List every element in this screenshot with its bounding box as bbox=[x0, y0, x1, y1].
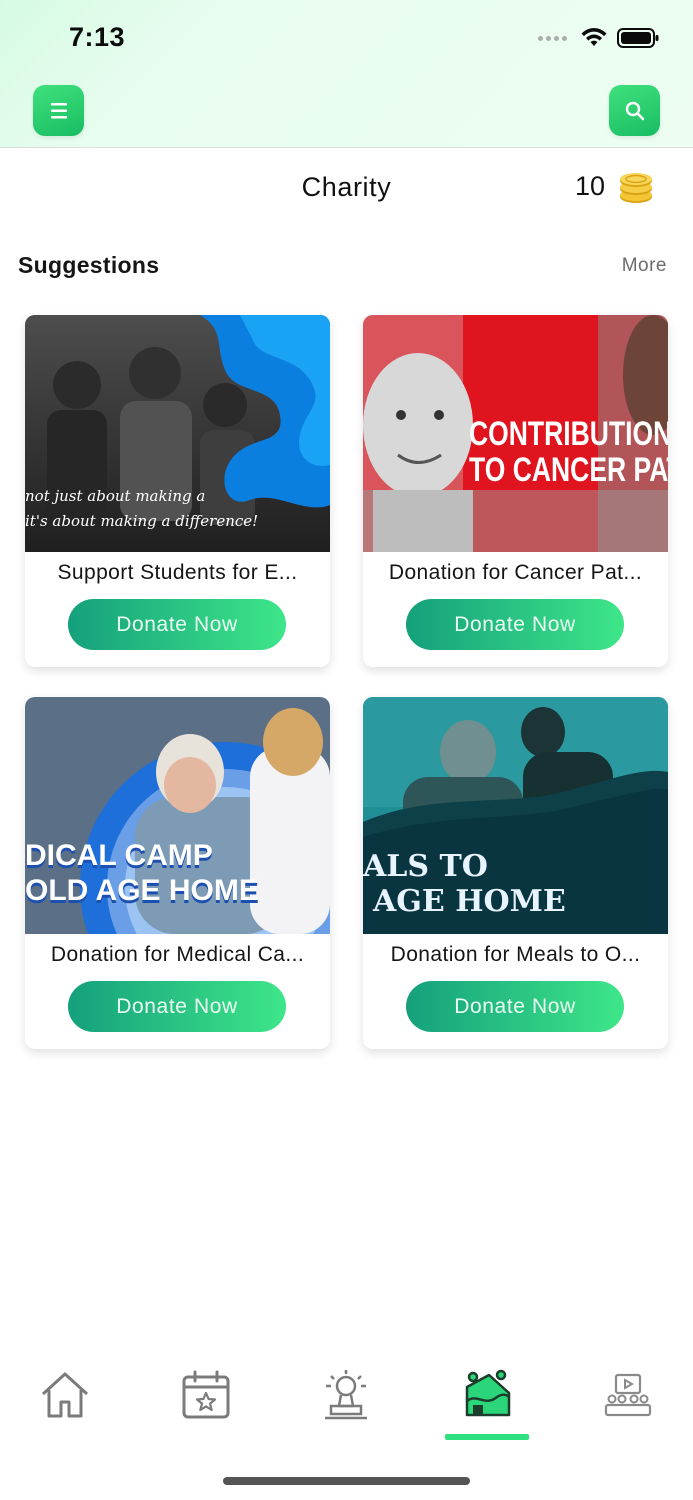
banner-text-line1: not just about making a bbox=[25, 487, 206, 505]
video-audience-icon bbox=[604, 1373, 652, 1417]
trophy-icon bbox=[325, 1370, 367, 1420]
bottom-navigation bbox=[0, 1355, 693, 1445]
donate-now-button[interactable]: Donate Now bbox=[406, 599, 624, 650]
home-icon bbox=[41, 1372, 89, 1418]
donation-card[interactable]: ALS TO AGE HOME Donation for Meals to O.… bbox=[363, 697, 668, 1049]
card-image: CONTRIBUTION TO CANCER PATIE bbox=[363, 315, 668, 552]
donation-card[interactable]: DICAL CAMP OLD AGE HOME Donation for Med… bbox=[25, 697, 330, 1049]
banner-text-line1: DICAL CAMP bbox=[25, 839, 213, 872]
calendar-star-icon bbox=[182, 1370, 230, 1419]
card-image: not just about making a it's about makin… bbox=[25, 315, 330, 552]
banner-text-line2: OLD AGE HOME bbox=[25, 874, 259, 907]
top-bar: 7:13 bbox=[0, 0, 693, 148]
donation-card[interactable]: not just about making a it's about makin… bbox=[25, 315, 330, 667]
banner-text-line2: AGE HOME bbox=[373, 884, 566, 919]
donate-now-button[interactable]: Donate Now bbox=[68, 981, 286, 1032]
battery-icon bbox=[617, 28, 659, 48]
donation-card[interactable]: CONTRIBUTION TO CANCER PATIE Donation fo… bbox=[363, 315, 668, 667]
donate-now-button[interactable]: Donate Now bbox=[406, 981, 624, 1032]
banner-text-line1: CONTRIBUTION bbox=[469, 415, 668, 453]
nav-charity[interactable] bbox=[457, 1365, 517, 1425]
section-title: Suggestions bbox=[18, 252, 160, 278]
charity-donation-icon bbox=[465, 1369, 511, 1417]
active-tab-indicator bbox=[445, 1434, 529, 1440]
banner-text-line2: TO CANCER PATIE bbox=[469, 451, 668, 489]
nav-videos[interactable] bbox=[598, 1365, 658, 1425]
donate-now-button[interactable]: Donate Now bbox=[68, 599, 286, 650]
coins-icon bbox=[620, 173, 652, 203]
card-image: ALS TO AGE HOME bbox=[363, 697, 668, 934]
wifi-icon bbox=[581, 28, 607, 46]
card-image: DICAL CAMP OLD AGE HOME bbox=[25, 697, 330, 934]
menu-button[interactable] bbox=[33, 85, 84, 136]
more-link[interactable]: More bbox=[622, 255, 667, 277]
card-title: Donation for Medical Ca... bbox=[50, 943, 305, 966]
banner-text-line2: it's about making a difference! bbox=[25, 512, 259, 530]
hamburger-icon bbox=[50, 102, 67, 118]
status-icons bbox=[538, 26, 659, 50]
nav-achievements[interactable] bbox=[316, 1365, 376, 1425]
banner-text-line1: ALS TO bbox=[363, 849, 488, 884]
card-title: Support Students for E... bbox=[57, 561, 298, 584]
status-time: 7:13 bbox=[69, 22, 126, 52]
search-button[interactable] bbox=[609, 85, 660, 136]
card-title: Donation for Meals to O... bbox=[390, 943, 641, 966]
card-title: Donation for Cancer Pat... bbox=[388, 561, 643, 584]
coin-count: 10 bbox=[574, 170, 605, 201]
home-indicator[interactable] bbox=[223, 1477, 470, 1485]
signal-icon bbox=[538, 35, 567, 41]
coin-balance[interactable]: 10 bbox=[575, 167, 655, 205]
nav-home[interactable] bbox=[35, 1365, 95, 1425]
nav-events[interactable] bbox=[176, 1365, 236, 1425]
search-icon bbox=[625, 101, 644, 120]
